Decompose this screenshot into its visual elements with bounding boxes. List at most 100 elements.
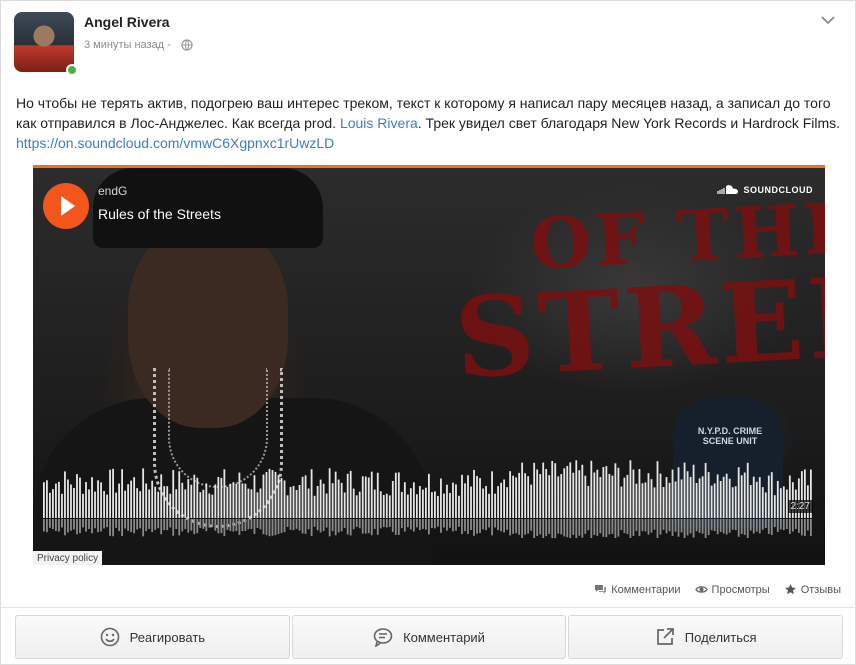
- privacy-policy-link[interactable]: Privacy policy: [33, 551, 103, 565]
- post-time[interactable]: 3 минуты назад -: [84, 39, 171, 51]
- waveform-reflection: [779, 519, 782, 530]
- waveform-bar: [509, 471, 512, 518]
- waveform-bar: [758, 477, 761, 518]
- artist-name[interactable]: endG: [98, 184, 127, 198]
- play-button[interactable]: [43, 183, 89, 229]
- waveform-reflection: [758, 519, 761, 534]
- waveform-reflection: [785, 519, 788, 529]
- soundcloud-player[interactable]: OF THE STREETS N.Y.P.D. CRIME SCENE UNIT…: [33, 165, 825, 565]
- waveform-reflection: [671, 519, 674, 536]
- waveform-reflection: [397, 519, 400, 535]
- waveform-bar: [599, 477, 602, 518]
- waveform-reflection: [112, 519, 114, 537]
- waveform-reflection: [424, 519, 427, 530]
- waveform-reflection: [271, 519, 274, 536]
- waveform-reflection: [479, 519, 481, 533]
- waveform-reflection: [331, 519, 334, 532]
- waveform-bar: [467, 475, 469, 518]
- comment-button[interactable]: Комментарий: [291, 615, 567, 659]
- waveform-bar: [229, 483, 232, 518]
- waveform-reflection: [707, 519, 710, 536]
- waveform-reflection: [668, 519, 671, 532]
- comment-icon: [373, 628, 393, 647]
- waveform-bar: [722, 476, 725, 518]
- waveform-reflection: [136, 519, 139, 530]
- waveform-reflection: [406, 519, 409, 528]
- waveform-bar: [178, 471, 181, 518]
- waveform-reflection: [587, 519, 590, 531]
- waveform-reflection: [256, 519, 259, 528]
- waveform-reflection: [193, 519, 196, 535]
- chevron-down-icon[interactable]: [821, 15, 835, 25]
- waveform-reflection: [809, 519, 812, 536]
- waveform-reflection: [49, 519, 51, 528]
- waveform-bar: [470, 486, 472, 518]
- waveform-reflection: [770, 519, 773, 536]
- waveform-reflection: [313, 519, 316, 527]
- waveform-bar: [304, 475, 307, 518]
- waveform-reflection: [800, 519, 803, 536]
- waveform-reflection: [473, 519, 475, 536]
- waveform-bar: [208, 493, 211, 518]
- waveform-bar: [428, 473, 430, 518]
- waveform-bar: [704, 462, 707, 518]
- views-stat[interactable]: Просмотры: [694, 583, 770, 596]
- waveform-reflection: [394, 519, 397, 535]
- eye-icon: [694, 586, 708, 593]
- waveform-reflection: [803, 519, 806, 536]
- waveform-reflection: [464, 519, 466, 532]
- waveform-reflection: [488, 519, 490, 528]
- waveform-bar: [725, 473, 728, 518]
- waveform-bar: [647, 473, 650, 518]
- avatar[interactable]: [14, 12, 74, 72]
- author-name[interactable]: Angel Rivera: [84, 14, 170, 30]
- waveform-bar: [572, 472, 575, 518]
- waveform[interactable]: [43, 458, 813, 538]
- waveform-reflection: [659, 519, 662, 535]
- waveform-reflection: [446, 519, 448, 531]
- waveform-reflection: [304, 519, 307, 534]
- waveform-bar: [205, 483, 208, 518]
- waveform-reflection: [614, 519, 617, 538]
- waveform-reflection: [238, 519, 241, 535]
- waveform-reflection: [166, 519, 169, 531]
- share-button[interactable]: Поделиться: [568, 615, 844, 659]
- waveform-bar: [295, 489, 298, 518]
- waveform-bar: [431, 492, 433, 518]
- waveform-bar: [494, 493, 496, 518]
- waveform-bar: [713, 483, 716, 518]
- waveform-reflection: [226, 519, 229, 530]
- waveform-bar: [560, 474, 563, 518]
- mention-link[interactable]: Louis Rivera: [340, 115, 418, 131]
- waveform-bar: [500, 482, 502, 518]
- waveform-bar: [175, 489, 178, 518]
- soundcloud-url-link[interactable]: https://on.soundcloud.com/vmwC6Xgpnxc1rU…: [16, 135, 334, 151]
- waveform-bar: [623, 477, 626, 518]
- waveform-reflection: [202, 519, 205, 529]
- waveform-bar: [566, 465, 569, 518]
- waveform-bar: [109, 469, 111, 518]
- react-button[interactable]: Реагировать: [15, 615, 290, 659]
- waveform-reflection: [461, 519, 463, 535]
- waveform-bar: [265, 471, 268, 518]
- waveform-bar: [596, 469, 599, 518]
- waveform-reflection: [575, 519, 578, 538]
- waveform-reflection: [701, 519, 704, 534]
- waveform-bar: [686, 471, 689, 518]
- comments-stat[interactable]: Комментарии: [594, 583, 681, 596]
- waveform-reflection: [527, 519, 530, 534]
- waveform-bar: [373, 489, 376, 518]
- waveform-bar: [220, 477, 223, 518]
- waveform-bar: [250, 489, 253, 518]
- waveform-reflection: [325, 519, 328, 528]
- share-icon: [656, 628, 674, 645]
- waveform-reflection: [524, 519, 527, 535]
- waveform-bar: [740, 475, 743, 518]
- track-title[interactable]: Rules of the Streets: [98, 206, 221, 222]
- waveform-reflection: [235, 519, 238, 531]
- waveform-bar: [367, 477, 370, 518]
- soundcloud-logo[interactable]: SOUNDCLOUD: [716, 184, 814, 195]
- waveform-reflection: [434, 519, 436, 529]
- waveform-bar: [262, 474, 265, 518]
- reviews-stat[interactable]: Отзывы: [784, 583, 841, 596]
